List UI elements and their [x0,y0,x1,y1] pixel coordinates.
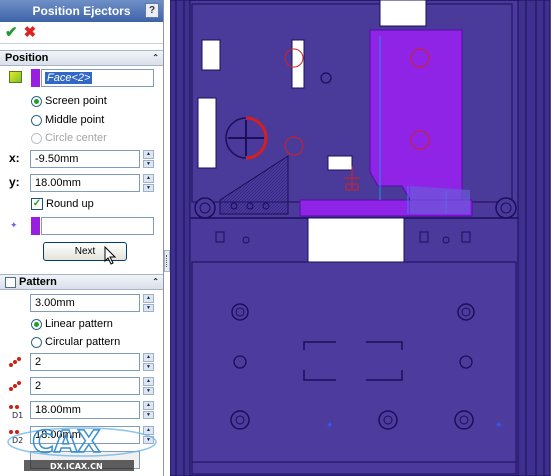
count-2-spinner[interactable]: ▲ ▼ [143,377,154,395]
position-group-header[interactable]: Position ⌃ [0,50,163,66]
second-selection-box[interactable] [41,217,154,235]
count-direction-2-icon [9,381,21,391]
property-manager-panel: Position Ejectors ? ✔ ✖ Position ⌃ Face<… [0,0,164,476]
radio-circular-pattern[interactable]: Circular pattern [31,336,120,348]
svg-text:D1: D1 [12,411,23,419]
pattern-spacing-input[interactable]: 3.00mm [30,294,140,312]
cax-watermark-logo: CAX DX.ICAX.CN [4,424,164,476]
distance-d1-icon: D1 [9,405,23,419]
cursor-icon [104,246,117,265]
y-spinner[interactable]: ▲ ▼ [143,174,154,192]
x-icon[interactable]: ✖ [24,25,37,40]
count-1-input[interactable]: 2 [30,353,140,371]
round-up-checkbox[interactable]: ✓ Round up [31,198,94,210]
slot-3 [291,39,305,89]
selection-color-swatch-2 [31,217,40,235]
slot-4 [327,155,353,171]
radio-screen-point[interactable]: Screen point [31,95,107,107]
y-label: y: [9,175,20,189]
selected-face [369,29,463,201]
pattern-spacing-spinner[interactable]: ▲ ▼ [143,294,154,312]
radio-dot[interactable] [31,336,42,348]
radio-circular-label: Circular pattern [45,336,121,348]
pattern-group-header[interactable]: Pattern ⌃ [0,274,163,290]
graphics-viewport[interactable]: ✦ ✦ [170,0,554,476]
radio-dot[interactable] [31,114,42,126]
face-selection-icon [9,71,22,83]
chevron-up-icon[interactable]: ⌃ [152,53,159,62]
point-marker-icon: ✦ [10,220,18,230]
position-group-title: Position [5,52,49,64]
panel-title: Position Ejectors [32,4,131,18]
svg-text:✦: ✦ [326,421,334,431]
checkbox-box[interactable]: ✓ [31,198,43,210]
x-spinner[interactable]: ▲ ▼ [143,150,154,168]
selection-color-swatch [31,69,40,87]
distance-d1-input[interactable]: 18.00mm [30,401,140,419]
watermark-url: DX.ICAX.CN [50,462,103,471]
slot-2 [197,97,217,169]
right-rail [517,0,551,476]
left-rail [170,0,191,476]
pattern-group-title: Pattern [19,276,57,288]
checkmark-icon[interactable]: ✔ [5,25,18,40]
top-window [379,0,427,27]
round-up-label: Round up [46,198,94,210]
panel-title-bar: Position Ejectors ? [0,0,163,22]
radio-linear-label: Linear pattern [45,318,113,330]
radio-screen-point-label: Screen point [45,95,107,107]
radio-dot [31,132,42,144]
mold-model-view: ✦ ✦ [170,0,551,476]
panel-actions: ✔ ✖ [0,22,163,44]
pattern-enable-checkbox[interactable] [5,276,16,288]
y-input[interactable]: 18.00mm [30,174,140,192]
face-selection-item[interactable]: Face<2> [45,72,93,84]
radio-middle-point-label: Middle point [45,114,105,126]
face-selection-box[interactable]: Face<2> [41,69,154,87]
x-label: x: [9,151,20,165]
radio-dot[interactable] [31,318,42,330]
count-2-input[interactable]: 2 [30,377,140,395]
radio-linear-pattern[interactable]: Linear pattern [31,318,113,330]
distance-d1-spinner[interactable]: ▲ ▼ [143,401,154,419]
chevron-up-icon[interactable]: ⌃ [152,277,159,286]
count-1-spinner[interactable]: ▲ ▼ [143,353,154,371]
slot-1 [201,39,221,71]
radio-circle-center: Circle center [31,132,107,144]
count-direction-1-icon [9,357,21,367]
help-button[interactable]: ? [145,3,159,18]
watermark-text: CAX [32,425,100,460]
x-input[interactable]: -9.50mm [30,150,140,168]
svg-text:✦: ✦ [495,421,503,431]
radio-dot[interactable] [31,95,42,107]
radio-middle-point[interactable]: Middle point [31,114,104,126]
radio-circle-center-label: Circle center [45,132,107,144]
